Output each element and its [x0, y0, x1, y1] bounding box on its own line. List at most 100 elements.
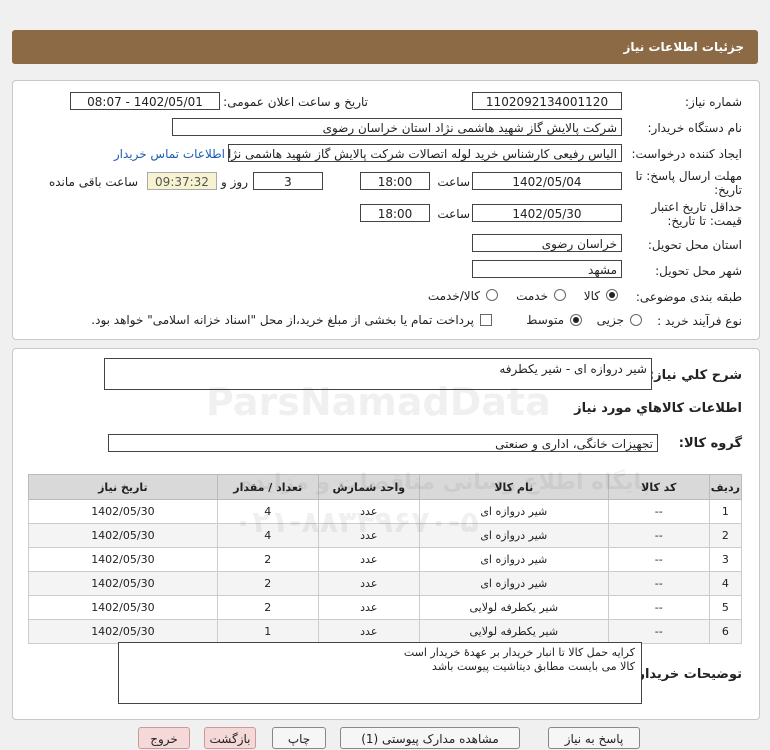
treasury-payment-checkbox[interactable]	[480, 314, 492, 326]
category-service-label: خدمت	[516, 289, 548, 303]
treasury-payment-note: پرداخت تمام یا بخشی از مبلغ خرید،از محل …	[91, 313, 474, 327]
cell-date: 1402/05/30	[28, 547, 218, 572]
deadline-label-2: تاریخ:	[714, 183, 742, 197]
buyer-value: شرکت پالایش گاز شهید هاشمی نژاد استان خر…	[172, 118, 622, 136]
deadline-time-label: ساعت	[437, 175, 470, 189]
cell-qty: 4	[216, 499, 319, 524]
table-row: 2 -- شیر دروازه ای عدد 4 1402/05/30	[28, 523, 743, 548]
table-row: 5 -- شیر یکطرفه لولایی عدد 2 1402/05/30	[28, 595, 743, 620]
process-minor-label: جزیی	[596, 313, 624, 327]
table-row: 1 -- شیر دروازه ای عدد 4 1402/05/30	[28, 499, 743, 524]
goods-group-label: گروه کالا:	[678, 436, 742, 451]
table-row: 4 -- شیر دروازه ای عدد 2 1402/05/30	[28, 571, 743, 596]
cell-unit: عدد	[317, 619, 420, 644]
cell-date: 1402/05/30	[28, 523, 218, 548]
category-goods-radio[interactable]	[606, 289, 618, 301]
cell-name: شیر یکطرفه لولایی	[418, 595, 609, 620]
cell-qty: 2	[216, 547, 319, 572]
cell-unit: عدد	[317, 571, 420, 596]
validity-time: 18:00	[360, 204, 430, 222]
items-table-header: ردیف کد کالا نام کالا واحد شمارش تعداد /…	[28, 474, 743, 500]
category-both-radio[interactable]	[486, 289, 498, 301]
cell-qty: 4	[216, 523, 319, 548]
cell-code: --	[607, 571, 710, 596]
cell-unit: عدد	[317, 499, 420, 524]
cell-date: 1402/05/30	[28, 619, 218, 644]
need-number-value: 1102092134001120	[472, 92, 622, 110]
view-documents-button[interactable]: مشاهده مدارک پیوستی (1)	[340, 727, 520, 749]
cell-qty: 2	[216, 595, 319, 620]
cell-name: شیر دروازه ای	[418, 523, 609, 548]
buyer-notes-label: توضیحات خریدار:	[632, 667, 742, 682]
col-code: کد کالا	[607, 474, 710, 500]
validity-label: حداقل تاریخ اعتبار	[651, 200, 742, 214]
general-description-label: شرح کلي نياز:	[648, 368, 742, 383]
cell-date: 1402/05/30	[28, 595, 218, 620]
validity-label-2: قیمت: تا تاریخ:	[667, 214, 742, 228]
items-table: ردیف کد کالا نام کالا واحد شمارش تعداد /…	[28, 474, 743, 644]
creator-value: الیاس رفیعی کارشناس خرید لوله اتصالات شر…	[228, 144, 622, 162]
buyer-notes-box: کرایه حمل کالا تا انبار خریدار بر عهدۀ خ…	[118, 642, 642, 704]
cell-date: 1402/05/30	[28, 571, 218, 596]
items-section-title: اطلاعات کالاهاي مورد نياز	[574, 401, 742, 416]
cell-code: --	[607, 523, 710, 548]
cell-unit: عدد	[317, 523, 420, 548]
days-label: روز و	[221, 175, 248, 189]
cell-row: 3	[708, 547, 743, 572]
process-label: نوع فرآیند خرید :	[657, 314, 742, 328]
back-button[interactable]: بازگشت	[204, 727, 256, 749]
process-medium-label: متوسط	[526, 313, 564, 327]
cell-name: شیر دروازه ای	[418, 499, 609, 524]
cell-date: 1402/05/30	[28, 499, 218, 524]
cell-code: --	[607, 595, 710, 620]
city-value: مشهد	[472, 260, 622, 278]
process-minor-radio[interactable]	[630, 314, 642, 326]
cell-unit: عدد	[317, 595, 420, 620]
deadline-time: 18:00	[360, 172, 430, 190]
need-number-label: شماره نیاز:	[685, 95, 742, 109]
cell-row: 2	[708, 523, 743, 548]
contact-buyer-link[interactable]: اطلاعات تماس خریدار	[114, 147, 225, 161]
cell-code: --	[607, 499, 710, 524]
province-value: خراسان رضوی	[472, 234, 622, 252]
buyer-note-line: کالا می بایست مطابق دیتاشیت پیوست باشد	[432, 660, 635, 673]
days-remaining: 3	[253, 172, 323, 190]
cell-row: 1	[708, 499, 743, 524]
exit-button[interactable]: خروج	[138, 727, 190, 749]
category-goods-label: کالا	[583, 289, 600, 303]
cell-qty: 1	[216, 619, 319, 644]
cell-name: شیر دروازه ای	[418, 571, 609, 596]
cell-row: 5	[708, 595, 743, 620]
city-label: شهر محل تحویل:	[655, 264, 742, 278]
remaining-time: 09:37:32	[147, 172, 217, 190]
announce-value: 1402/05/01 - 08:07	[70, 92, 220, 110]
col-row: ردیف	[708, 474, 743, 500]
deadline-date: 1402/05/04	[472, 172, 622, 190]
buyer-note-line: کرایه حمل کالا تا انبار خریدار بر عهدۀ خ…	[403, 646, 635, 659]
category-both-label: کالا/خدمت	[427, 289, 480, 303]
category-label: طبقه بندی موضوعی:	[635, 290, 742, 304]
page-header: جزئیات اطلاعات نیاز	[12, 30, 758, 64]
col-name: نام کالا	[418, 474, 609, 500]
remaining-label: ساعت باقی مانده	[48, 175, 138, 189]
process-medium-radio[interactable]	[570, 314, 582, 326]
cell-name: شیر یکطرفه لولایی	[418, 619, 609, 644]
goods-group-value: تجهیزات خانگی، اداری و صنعتی	[108, 434, 658, 452]
col-unit: واحد شمارش	[317, 474, 420, 500]
cell-code: --	[607, 619, 710, 644]
category-service-radio[interactable]	[554, 289, 566, 301]
validity-time-label: ساعت	[437, 207, 470, 221]
validity-date: 1402/05/30	[472, 204, 622, 222]
cell-qty: 2	[216, 571, 319, 596]
table-row: 3 -- شیر دروازه ای عدد 2 1402/05/30	[28, 547, 743, 572]
page-title: جزئیات اطلاعات نیاز	[623, 40, 744, 54]
cell-row: 6	[708, 619, 743, 644]
general-description-value: شیر دروازه ای - شیر یکطرفه	[104, 358, 652, 390]
cell-unit: عدد	[317, 547, 420, 572]
cell-name: شیر دروازه ای	[418, 547, 609, 572]
col-date: تاریخ نیاز	[28, 474, 218, 500]
announce-label: تاریخ و ساعت اعلان عمومی:	[223, 95, 368, 109]
cell-code: --	[607, 547, 710, 572]
reply-button[interactable]: پاسخ به نیاز	[548, 727, 640, 749]
print-button[interactable]: چاپ	[272, 727, 326, 749]
